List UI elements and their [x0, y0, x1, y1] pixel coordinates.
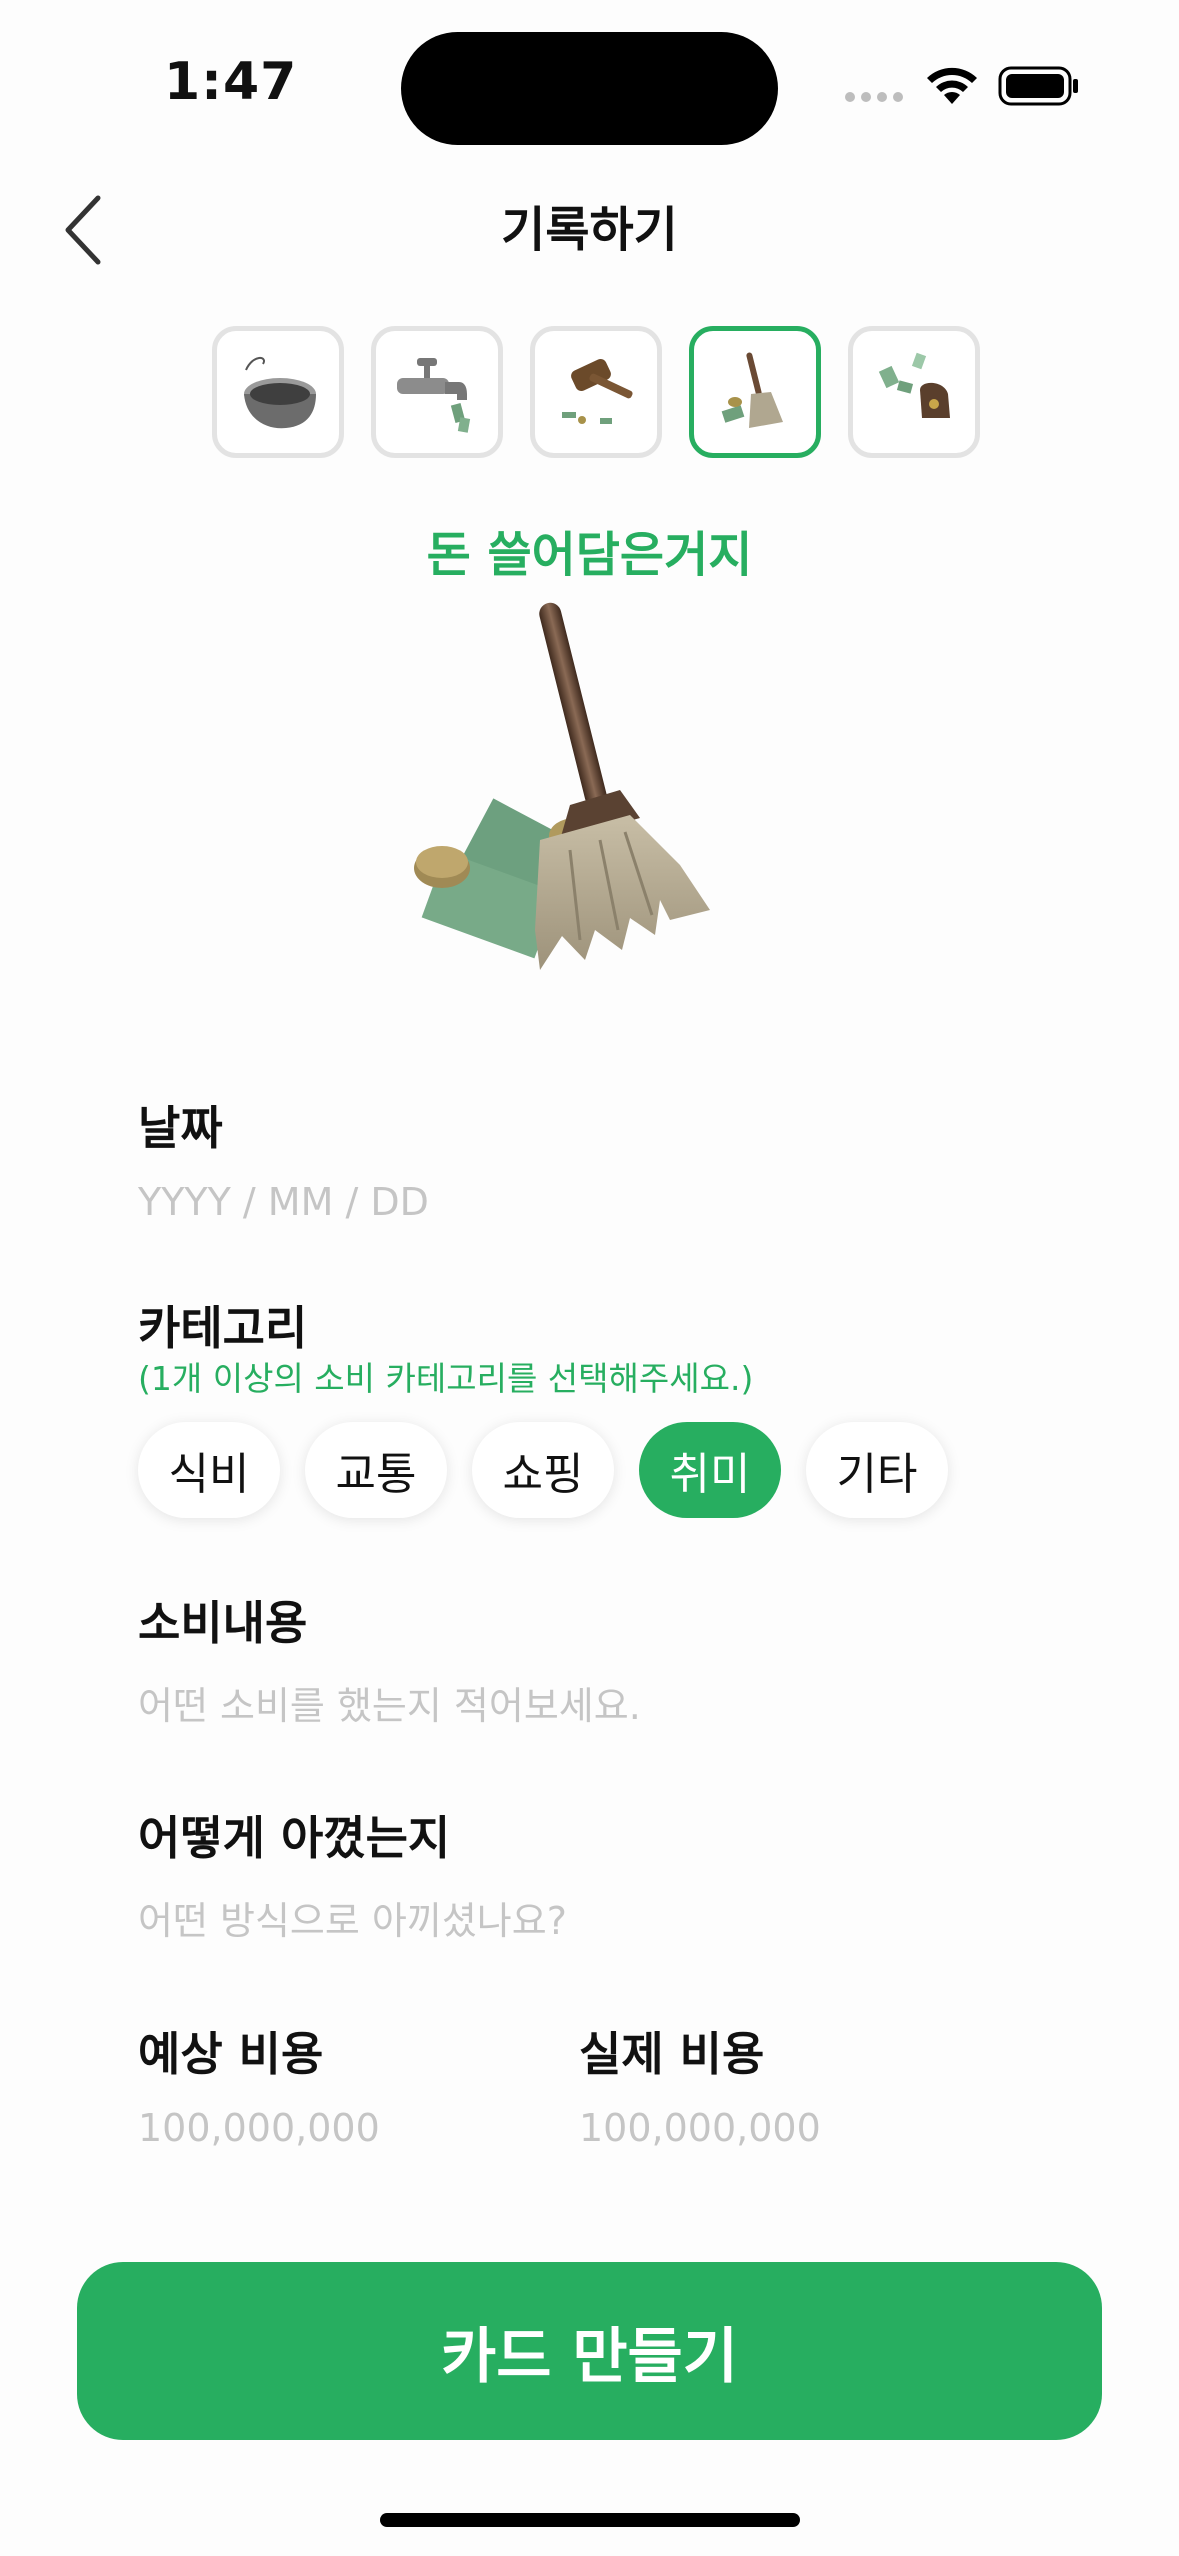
actual-cost-input[interactable]: 100,000,000 [579, 2106, 979, 2150]
category-chips: 식비 교통 쇼핑 취미 기타 [138, 1422, 948, 1518]
category-label: 카테고리 [138, 1301, 308, 1355]
content-label: 소비내용 [138, 1596, 308, 1650]
wifi-icon [927, 67, 977, 104]
method-input[interactable]: 어떤 방식으로 아끼셨나요? [138, 1890, 1038, 1945]
category-chip-food[interactable]: 식비 [138, 1422, 280, 1518]
cellular-signal-icon [845, 92, 903, 102]
type-option-gavel[interactable] [530, 326, 662, 458]
content-input[interactable]: 어떤 소비를 했는지 적어보세요. [138, 1675, 1038, 1730]
type-option-faucet[interactable] [371, 326, 503, 458]
broom-illustration [414, 602, 710, 970]
selected-type-name: 돈 쓸어담은거지 [426, 527, 753, 583]
category-chip-shopping[interactable]: 쇼핑 [472, 1422, 614, 1518]
home-indicator [380, 2513, 800, 2527]
actual-cost-label: 실제 비용 [579, 2027, 765, 2081]
broom-icon [721, 352, 783, 428]
battery-icon [998, 66, 1078, 106]
money-pouch-icon [878, 352, 950, 418]
expected-cost-input[interactable]: 100,000,000 [138, 2106, 538, 2150]
type-option-money-pouch[interactable] [848, 326, 980, 458]
category-hint: (1개 이상의 소비 카테고리를 선택해주세요.) [138, 1359, 754, 1398]
status-time: 1:47 [164, 52, 298, 112]
type-option-broom[interactable] [689, 326, 821, 458]
create-card-button[interactable]: 카드 만들기 [77, 2262, 1102, 2440]
method-label: 어떻게 아꼈는지 [138, 1811, 451, 1865]
date-input[interactable]: YYYY / MM / DD [138, 1180, 738, 1224]
date-label: 날짜 [138, 1101, 223, 1155]
category-chip-transport[interactable]: 교통 [305, 1422, 447, 1518]
category-chip-etc[interactable]: 기타 [806, 1422, 948, 1518]
faucet-icon [397, 358, 471, 433]
type-picker [212, 326, 980, 458]
bowl-icon [244, 357, 316, 429]
type-option-bowl[interactable] [212, 326, 344, 458]
category-chip-hobby[interactable]: 취미 [639, 1422, 781, 1518]
dynamic-island [401, 32, 778, 145]
gavel-icon [562, 358, 633, 424]
page-title: 기록하기 [501, 202, 678, 258]
expected-cost-label: 예상 비용 [138, 2027, 324, 2081]
